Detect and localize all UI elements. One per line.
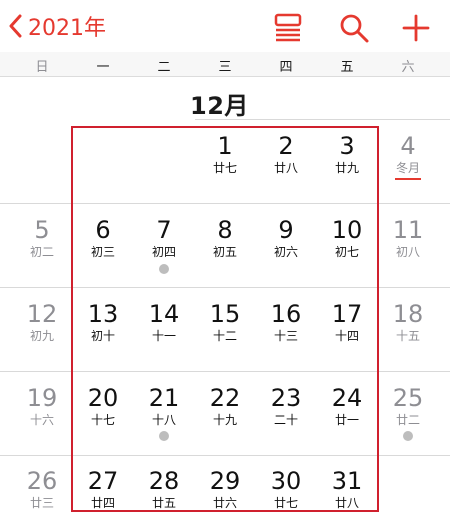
lunar-date: 初九 [29,329,54,343]
weekday-sat: 六 [401,60,415,75]
day-number: 4 [400,132,416,160]
weekday-thu: 四 [279,60,293,75]
weekday-wed: 三 [218,60,232,75]
chevron-left-icon [8,14,22,38]
back-button[interactable]: 2021年 [8,10,106,42]
solar-term-marker [395,178,421,180]
day-number: 12 [26,300,58,328]
weekday-fri: 五 [340,60,354,75]
add-icon[interactable] [400,12,432,44]
weekday-header: 日 一 二 三 四 五 六 [0,52,450,77]
back-label: 2021年 [28,16,106,41]
day-number: 26 [26,467,58,495]
event-dot [403,431,413,441]
day-number: 18 [392,300,424,328]
day-cell[interactable]: 18 十五 [378,300,438,344]
month-title: 12月 [190,92,249,120]
day-cell[interactable]: 25 廿二 [378,384,438,428]
day-number: 11 [392,216,424,244]
week-separator [195,119,450,120]
weekday-tue: 二 [157,60,171,75]
day-cell[interactable]: 11 初八 [378,216,438,260]
lunar-date: 冬月 [395,161,420,175]
day-number: 25 [392,384,424,412]
weekday-sun: 日 [35,60,49,75]
lunar-date: 廿二 [395,413,420,427]
toolbar: 2021年 [0,0,450,52]
lunar-date: 初二 [29,245,54,259]
selection-highlight [71,126,379,512]
search-icon[interactable] [338,12,370,44]
lunar-date: 初八 [395,245,420,259]
day-cell[interactable]: 12 初九 [12,300,72,344]
lunar-date: 十六 [29,413,54,427]
lunar-date: 十五 [395,329,420,343]
day-number: 5 [34,216,50,244]
day-cell[interactable]: 26 廿三 [12,467,72,511]
day-number: 19 [26,384,58,412]
day-cell[interactable]: 4 冬月 [378,132,438,180]
lunar-date: 廿三 [29,496,54,510]
list-view-icon[interactable] [272,12,304,44]
day-cell[interactable]: 5 初二 [12,216,72,260]
day-cell[interactable]: 19 十六 [12,384,72,428]
weekday-mon: 一 [96,60,110,75]
